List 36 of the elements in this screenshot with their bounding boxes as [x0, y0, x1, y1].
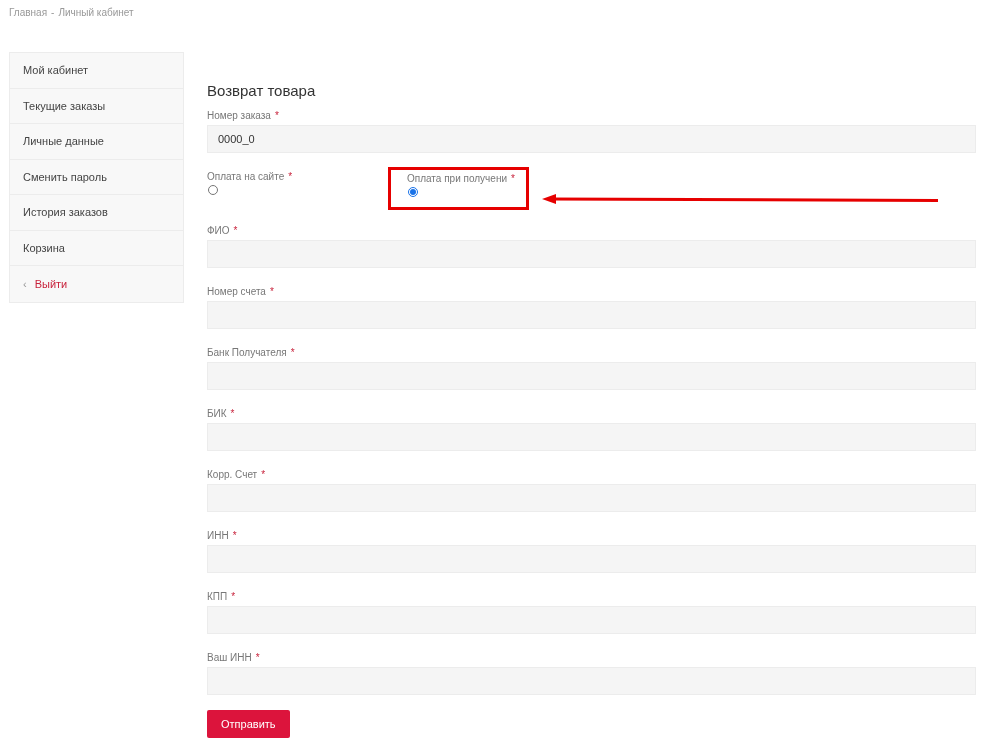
input-field[interactable]: 0000_0 [207, 125, 976, 153]
sidebar-link[interactable]: История заказов [23, 204, 108, 221]
field-label: Оплата на сайте [207, 170, 285, 184]
required-mark: * [230, 407, 235, 421]
sidebar-link[interactable]: Личные данные [23, 133, 104, 150]
radio-button[interactable] [408, 187, 418, 197]
field-label: Номер заказа [207, 109, 271, 123]
field-label: БИК [207, 407, 227, 421]
field-label: ФИО [207, 224, 230, 238]
sidebar-link[interactable]: Мой кабинет [23, 62, 89, 79]
required-mark: * [269, 285, 274, 299]
required-mark: * [255, 651, 260, 665]
field-label: Корр. Счет [207, 468, 258, 482]
field-label: Оплата при получени [407, 172, 507, 186]
required-mark: * [232, 529, 237, 543]
radio-button[interactable] [208, 185, 218, 195]
required-mark: * [231, 590, 236, 604]
sidebar-link[interactable]: Текущие заказы [23, 97, 106, 114]
field-label: Банк Получателя [207, 346, 287, 360]
sidebar-link[interactable]: Сменить пароль [23, 168, 107, 185]
required-mark: * [290, 346, 295, 360]
required-mark: * [288, 170, 293, 184]
field-label: Ваш ИНН [207, 651, 252, 665]
field-label: КПП [207, 590, 228, 604]
breadcrumb-separator: - [51, 6, 55, 20]
required-mark: * [511, 172, 515, 186]
field-label: Номер счета [207, 285, 266, 299]
chevron-icon: ‹ [23, 275, 27, 292]
sidebar-link[interactable]: Корзина [23, 239, 65, 256]
submit-button[interactable]: Отправить [207, 710, 290, 739]
field-label: ИНН [207, 529, 229, 543]
required-mark: * [233, 224, 238, 238]
form-title: Возврат товара [207, 81, 317, 101]
required-mark: * [274, 109, 279, 123]
required-mark: * [261, 468, 266, 482]
logout-link[interactable]: Выйти [34, 275, 68, 292]
